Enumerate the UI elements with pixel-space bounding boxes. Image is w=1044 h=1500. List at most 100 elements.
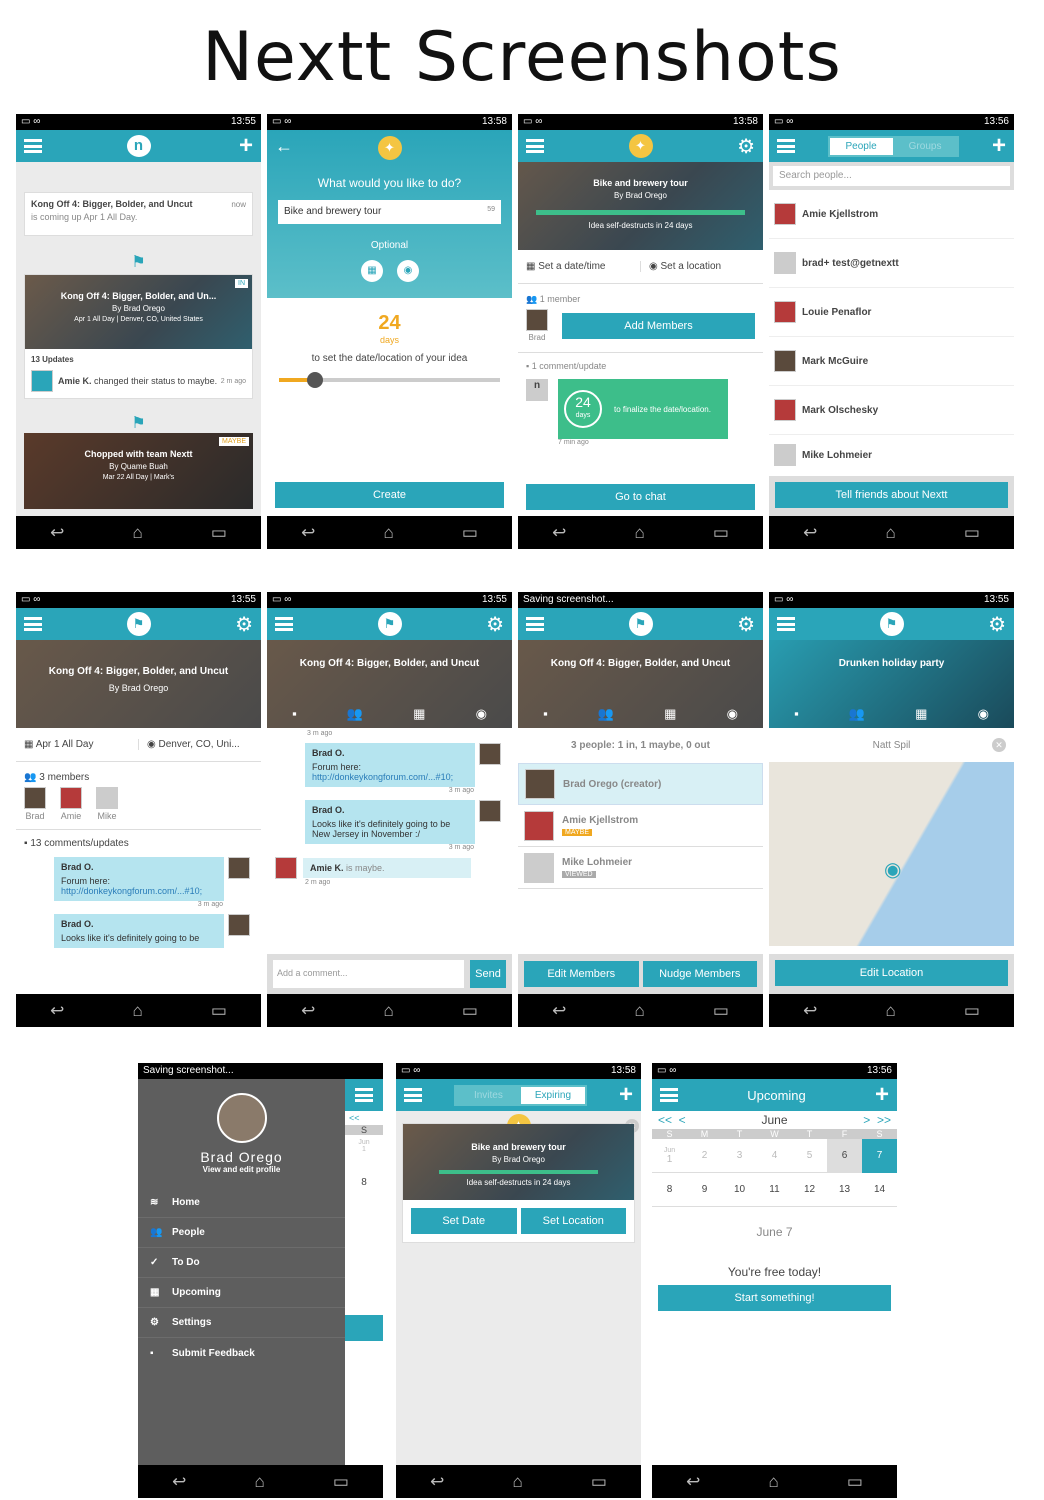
back-icon[interactable]: ↩ [50, 1001, 64, 1021]
menu-item-people[interactable]: 👥 People [138, 1218, 345, 1248]
back-icon[interactable]: ↩ [803, 523, 817, 543]
send-button[interactable]: Send [470, 960, 506, 988]
set-date-button[interactable]: ▦ Set a date/time [518, 261, 641, 272]
back-icon[interactable]: ↩ [552, 1001, 566, 1021]
tab-invites[interactable]: Invites [456, 1087, 521, 1104]
menu-icon[interactable] [404, 1088, 422, 1102]
calendar-tab-icon[interactable]: ▦ [915, 706, 927, 722]
search-input[interactable]: Search people... [773, 166, 1010, 186]
comment-input[interactable]: Add a comment... [273, 960, 464, 988]
menu-icon[interactable] [660, 1088, 678, 1102]
nudge-members-button[interactable]: Nudge Members [642, 961, 757, 987]
avatar[interactable] [216, 1093, 267, 1143]
menu-item-home[interactable]: ≋ Home [138, 1188, 345, 1218]
edit-members-button[interactable]: Edit Members [524, 961, 639, 987]
home-icon[interactable]: ⌂ [383, 523, 393, 543]
next-month-button[interactable]: > >> [863, 1113, 891, 1127]
gear-icon[interactable]: ⚙ [737, 134, 755, 159]
gear-icon[interactable]: ⚙ [737, 612, 755, 637]
list-item[interactable]: Louie Penaflor [769, 288, 1014, 337]
edit-location-button[interactable]: Edit Location [775, 960, 1008, 986]
selected-day[interactable]: 7 [862, 1138, 897, 1173]
event-card[interactable]: Kong Off 4: Bigger, Bolder, and Un... By… [24, 274, 253, 399]
add-icon[interactable]: + [619, 1083, 633, 1107]
prev-month-button[interactable]: << < [658, 1113, 686, 1127]
recents-icon[interactable]: ▭ [847, 1472, 863, 1492]
back-icon[interactable]: ↩ [172, 1472, 186, 1492]
list-item[interactable]: Amie Kjellstrom MAYBE [518, 805, 763, 847]
idea-card[interactable]: ✦ ✕ Bike and brewery tourBy Brad OregoId… [402, 1114, 639, 1243]
menu-item-todo[interactable]: ✓ To Do [138, 1248, 345, 1278]
list-item[interactable]: brad+ test@getnextt [769, 239, 1014, 288]
menu-icon[interactable] [777, 617, 795, 631]
home-icon[interactable]: ⌂ [254, 1472, 264, 1492]
people-tab-icon[interactable]: 👥 [598, 706, 614, 722]
idea-input[interactable]: Bike and brewery tour 59 [278, 200, 501, 224]
location-icon[interactable]: ◉ [397, 260, 419, 282]
recents-icon[interactable]: ▭ [462, 1001, 478, 1021]
back-icon[interactable]: ↩ [430, 1472, 444, 1492]
tell-friends-button[interactable]: Tell friends about Nextt [775, 482, 1008, 508]
menu-item-settings[interactable]: ⚙ Settings [138, 1308, 345, 1338]
location-tab-icon[interactable]: ◉ [727, 706, 738, 722]
set-location-button[interactable]: Set Location [520, 1208, 626, 1234]
gear-icon[interactable]: ⚙ [486, 612, 504, 637]
menu-icon[interactable] [777, 139, 795, 153]
menu-icon[interactable] [526, 617, 544, 631]
people-tab-icon[interactable]: 👥 [347, 706, 363, 722]
recents-icon[interactable]: ▭ [591, 1472, 607, 1492]
days-slider[interactable] [279, 372, 500, 388]
create-button[interactable]: Create [275, 482, 504, 508]
menu-icon[interactable] [24, 139, 42, 153]
recents-icon[interactable]: ▭ [211, 1001, 227, 1021]
home-icon[interactable]: ⌂ [768, 1472, 778, 1492]
menu-item-feedback[interactable]: ▪ Submit Feedback [138, 1338, 345, 1368]
back-arrow-icon[interactable]: ← [275, 136, 293, 157]
menu-icon[interactable] [24, 617, 42, 631]
home-icon[interactable]: ⌂ [885, 1001, 895, 1021]
people-tab-icon[interactable]: 👥 [849, 706, 865, 722]
date-field[interactable]: ▦ Apr 1 All Day [16, 739, 139, 750]
back-icon[interactable]: ↩ [301, 523, 315, 543]
home-icon[interactable]: ⌂ [383, 1001, 393, 1021]
menu-item-upcoming[interactable]: ▦ Upcoming [138, 1278, 345, 1308]
gear-icon[interactable]: ⚙ [988, 612, 1006, 637]
calendar-tab-icon[interactable]: ▦ [664, 706, 676, 722]
menu-icon[interactable] [275, 617, 293, 631]
tab-people[interactable]: People [829, 137, 893, 155]
recents-icon[interactable]: ▭ [462, 523, 478, 543]
map[interactable]: ◉ [769, 762, 1014, 946]
chat-tab-icon[interactable]: ▪ [292, 706, 297, 722]
recents-icon[interactable]: ▭ [211, 523, 227, 543]
set-location-button[interactable]: ◉ Set a location [641, 261, 763, 272]
list-item[interactable]: Mike Lohmeier [769, 435, 1014, 475]
add-icon[interactable]: + [875, 1083, 889, 1107]
calendar-tab-icon[interactable]: ▦ [413, 706, 425, 722]
list-item[interactable]: Mike Lohmeier VIEWED [518, 847, 763, 889]
menu-icon[interactable] [526, 139, 544, 153]
list-item[interactable]: Amie Kjellstrom [769, 190, 1014, 239]
list-item[interactable]: Brad Orego (creator) [518, 763, 763, 805]
home-icon[interactable]: ⌂ [512, 1472, 522, 1492]
back-icon[interactable]: ↩ [686, 1472, 700, 1492]
home-icon[interactable]: ⌂ [132, 523, 142, 543]
recents-icon[interactable]: ▭ [964, 523, 980, 543]
chat-tab-icon[interactable]: ▪ [543, 706, 548, 722]
tab-groups[interactable]: Groups [893, 138, 958, 155]
chat-tab-icon[interactable]: ▪ [794, 706, 799, 722]
set-date-button[interactable]: Set Date [411, 1208, 517, 1234]
close-icon[interactable]: ✕ [992, 738, 1006, 752]
back-icon[interactable]: ↩ [552, 523, 566, 543]
home-icon[interactable]: ⌂ [634, 1001, 644, 1021]
home-icon[interactable]: ⌂ [132, 1001, 142, 1021]
back-icon[interactable]: ↩ [803, 1001, 817, 1021]
back-icon[interactable]: ↩ [50, 523, 64, 543]
list-item[interactable]: Mark McGuire [769, 337, 1014, 386]
home-icon[interactable]: ⌂ [634, 523, 644, 543]
recents-icon[interactable]: ▭ [333, 1472, 349, 1492]
recents-icon[interactable]: ▭ [713, 523, 729, 543]
add-icon[interactable]: + [239, 134, 253, 158]
recents-icon[interactable]: ▭ [713, 1001, 729, 1021]
location-tab-icon[interactable]: ◉ [476, 706, 487, 722]
tab-expiring[interactable]: Expiring [520, 1086, 586, 1104]
